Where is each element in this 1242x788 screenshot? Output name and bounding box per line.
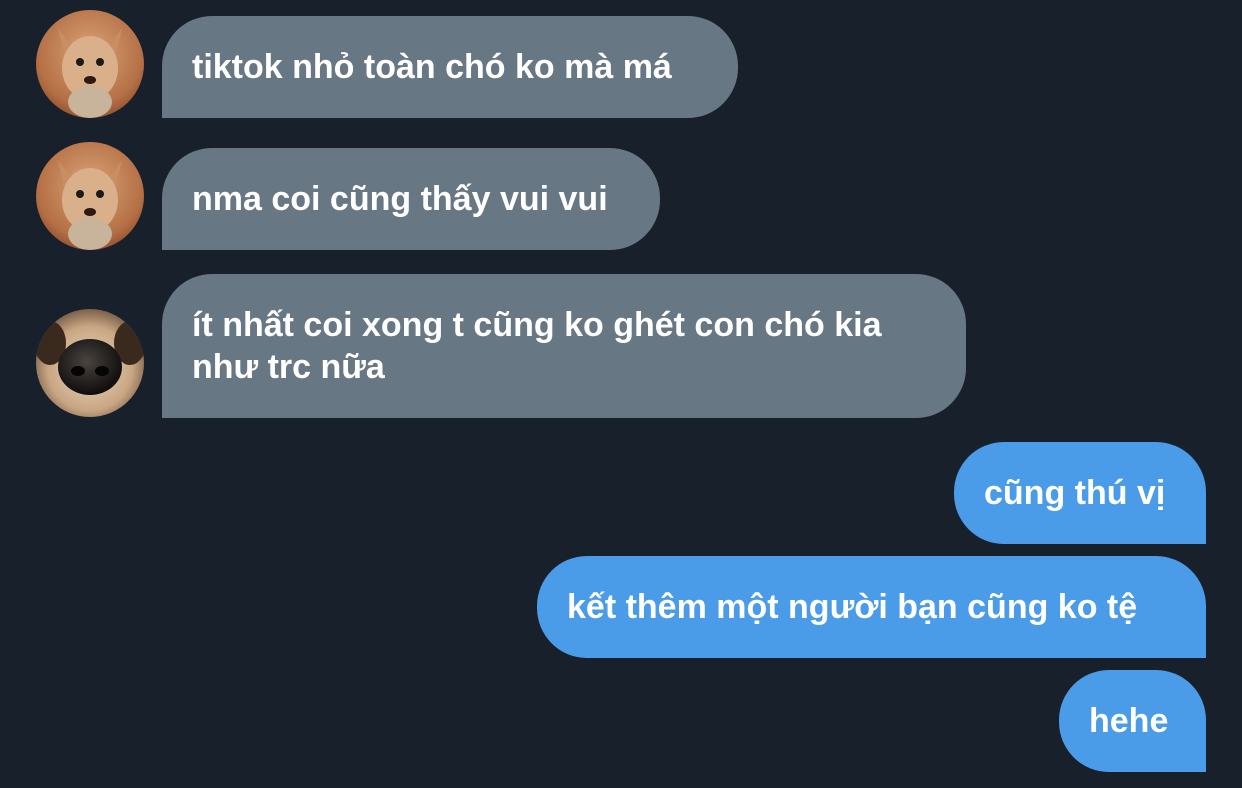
chihuahua-avatar[interactable] [36,10,144,118]
message-bubble-incoming[interactable]: ít nhất coi xong t cũng ko ghét con chó … [162,274,966,418]
message-bubble-outgoing[interactable]: cũng thú vị [954,442,1206,544]
message-text: hehe [1089,702,1169,740]
message-text: tiktok nhỏ toàn chó ko mà má [192,48,672,86]
message-text: nma coi cũng thấy vui vui [192,180,608,218]
message-text: cũng thú vị [984,474,1166,512]
message-bubble-incoming[interactable]: nma coi cũng thấy vui vui [162,148,660,250]
message-text: kết thêm một người bạn cũng ko tệ [567,588,1138,626]
chihuahua-avatar[interactable] [36,142,144,250]
message-text: ít nhất coi xong t cũng ko ghét con chó … [192,306,882,386]
chat-window: tiktok nhỏ toàn chó ko mà má nma coi cũn… [0,0,1242,788]
message-bubble-outgoing[interactable]: hehe [1059,670,1206,772]
message-bubble-incoming[interactable]: tiktok nhỏ toàn chó ko mà má [162,16,738,118]
message-bubble-outgoing[interactable]: kết thêm một người bạn cũng ko tệ [537,556,1206,658]
dog-nose-avatar[interactable] [36,309,144,417]
